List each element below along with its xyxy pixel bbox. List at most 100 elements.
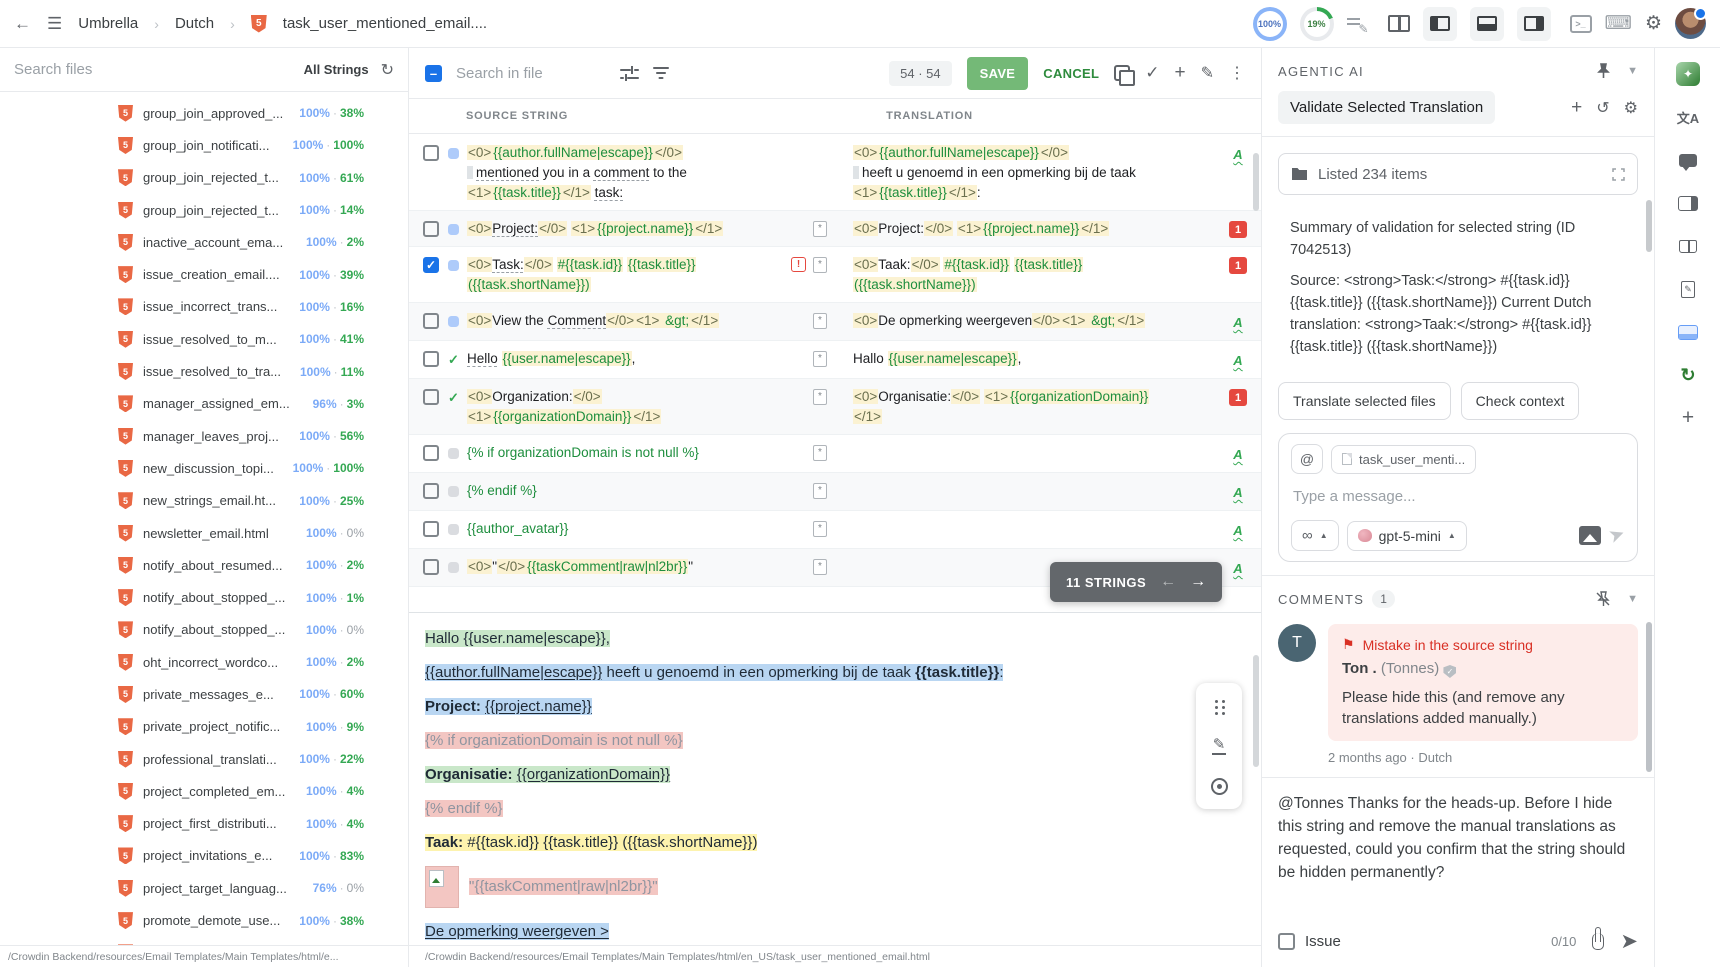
approved-progress-ring[interactable]: 19% bbox=[1300, 7, 1334, 41]
string-row[interactable]: {% if organizationDomain is not null %} *… bbox=[409, 435, 1261, 473]
file-list-item[interactable]: 5notify_about_resumed...100%·2% bbox=[0, 549, 408, 581]
file-list-item[interactable]: 5newsletter_email.html100%·0% bbox=[0, 517, 408, 549]
source-cell[interactable]: <0>Project:</0> <1>{{project.name}}</1> bbox=[467, 219, 781, 239]
file-list-item[interactable]: 5oht_incorrect_wordco...100%·2% bbox=[0, 646, 408, 678]
expand-icon[interactable] bbox=[1612, 168, 1625, 181]
row-checkbox[interactable] bbox=[423, 221, 439, 237]
side-by-side-view-icon[interactable] bbox=[1388, 15, 1410, 32]
file-list-item[interactable]: 5inactive_account_ema...100%·2% bbox=[0, 226, 408, 258]
qa-ok-icon[interactable]: A bbox=[1233, 351, 1242, 371]
issue-count-badge[interactable]: 1 bbox=[1229, 221, 1247, 238]
side-panel-icon[interactable] bbox=[1675, 190, 1701, 216]
tm-match-icon[interactable]: * bbox=[813, 483, 827, 499]
tm-match-icon[interactable]: * bbox=[813, 521, 827, 537]
row-checkbox[interactable] bbox=[423, 313, 439, 329]
file-list-item[interactable]: 5issue_resolved_to_m...100%·41% bbox=[0, 323, 408, 355]
row-checkbox[interactable]: ✓ bbox=[423, 257, 439, 273]
source-cell[interactable]: <0>Task:</0> #{{task.id}} {{task.title}}… bbox=[467, 255, 781, 295]
string-row[interactable]: <0>{{author.fullName|escape}}</0>mention… bbox=[409, 135, 1261, 211]
search-in-file-input[interactable]: Search in file bbox=[456, 65, 606, 82]
file-list-item[interactable]: 5notify_about_stopped_...100%·0% bbox=[0, 614, 408, 646]
copy-source-icon[interactable] bbox=[1114, 65, 1130, 81]
next-string-icon[interactable]: → bbox=[1190, 573, 1206, 591]
ai-assistant-icon[interactable]: ✦ bbox=[1675, 61, 1701, 87]
advanced-filter-icon[interactable] bbox=[620, 66, 639, 81]
row-checkbox[interactable] bbox=[423, 389, 439, 405]
qa-ok-icon[interactable]: A bbox=[1233, 521, 1242, 541]
source-issue-icon[interactable]: ! bbox=[791, 257, 806, 272]
strings-scrollbar[interactable] bbox=[1253, 153, 1259, 211]
translated-progress-ring[interactable]: 100% bbox=[1253, 7, 1287, 41]
issue-count-badge[interactable]: 1 bbox=[1229, 389, 1247, 406]
source-cell[interactable]: {% if organizationDomain is not null %} bbox=[467, 443, 781, 463]
select-all-checkbox[interactable]: – bbox=[425, 65, 442, 82]
pin-icon[interactable] bbox=[1596, 63, 1611, 79]
document-edit-icon[interactable]: ✎ bbox=[1675, 276, 1701, 302]
source-cell[interactable]: <0>{{author.fullName|escape}}</0>mention… bbox=[467, 143, 781, 203]
comments-chevron-icon[interactable]: ▼ bbox=[1627, 593, 1638, 605]
save-button[interactable]: SAVE bbox=[967, 57, 1029, 90]
model-selector-dropdown[interactable]: gpt-5-mini▲ bbox=[1347, 521, 1467, 551]
add-panel-icon[interactable]: + bbox=[1675, 405, 1701, 431]
file-list-item[interactable]: 5new_strings_email.ht...100%·25% bbox=[0, 485, 408, 517]
file-list-item[interactable]: 5new_discussion_topi...100%·100% bbox=[0, 452, 408, 484]
source-cell[interactable]: {{author_avatar}} bbox=[467, 519, 781, 539]
agentic-settings-icon[interactable]: ⚙ bbox=[1624, 98, 1638, 118]
source-cell[interactable]: {% endif %} bbox=[467, 481, 781, 501]
string-row[interactable]: {% endif %} * A bbox=[409, 473, 1261, 511]
preview-visibility-icon[interactable] bbox=[1201, 768, 1237, 804]
keyboard-shortcuts-icon[interactable]: ⌨ bbox=[1605, 12, 1632, 35]
qa-ok-icon[interactable]: A bbox=[1233, 483, 1242, 503]
file-list-item[interactable]: 5issue_resolved_to_tra...100%·11% bbox=[0, 355, 408, 387]
listed-items-card[interactable]: Listed 234 items bbox=[1278, 153, 1638, 195]
file-list-item[interactable]: 5issue_incorrect_trans...100%·16% bbox=[0, 291, 408, 323]
source-cell[interactable]: <0>"</0>{{taskComment|raw|nl2br}}" bbox=[467, 557, 781, 577]
file-list-item[interactable]: 5manager_leaves_proj...100%·56% bbox=[0, 420, 408, 452]
console-icon[interactable]: >_ bbox=[1570, 15, 1592, 33]
context-mode-dropdown[interactable]: ∞▲ bbox=[1291, 520, 1339, 551]
tm-match-icon[interactable]: * bbox=[813, 445, 827, 461]
source-cell[interactable]: Hello {{user.name|escape}}, bbox=[467, 349, 781, 369]
file-list-item[interactable]: 5manager_assigned_em...96%·3% bbox=[0, 388, 408, 420]
strings-filter-dropdown[interactable]: All Strings bbox=[304, 62, 369, 77]
tm-match-icon[interactable]: * bbox=[813, 351, 827, 367]
cancel-button[interactable]: CANCEL bbox=[1043, 66, 1099, 81]
qa-ok-icon[interactable]: A bbox=[1233, 313, 1242, 333]
string-row[interactable]: ✓Hello {{user.name|escape}},*Hallo {{use… bbox=[409, 341, 1261, 379]
translate-selected-files-button[interactable]: Translate selected files bbox=[1278, 382, 1451, 420]
check-context-button[interactable]: Check context bbox=[1461, 382, 1580, 420]
string-row[interactable]: ✓ <0>Task:</0> #{{task.id}} {{task.title}… bbox=[409, 247, 1261, 303]
more-options-icon[interactable]: ⋮ bbox=[1229, 63, 1245, 83]
file-list-item[interactable]: 5private_messages_e...100%·60% bbox=[0, 678, 408, 710]
file-list-item[interactable]: 5project_target_languag...76%·0% bbox=[0, 872, 408, 904]
history-icon[interactable]: ↺ bbox=[1596, 98, 1609, 118]
ai-send-icon[interactable]: ➤ bbox=[1606, 522, 1629, 549]
toggle-bottom-panel-button[interactable] bbox=[1470, 7, 1504, 41]
tm-match-icon[interactable]: * bbox=[813, 559, 827, 575]
preview-edit-icon[interactable]: ✎ bbox=[1201, 728, 1237, 764]
file-list-item[interactable]: 5private_project_notific...100%·9% bbox=[0, 711, 408, 743]
refresh-icon[interactable]: ↻ bbox=[381, 60, 394, 80]
drag-handle-icon[interactable] bbox=[1201, 688, 1237, 724]
user-avatar[interactable] bbox=[1675, 8, 1706, 39]
file-list-item[interactable]: 5professional_translati...100%·22% bbox=[0, 743, 408, 775]
collapse-chevron-icon[interactable]: ▼ bbox=[1627, 65, 1638, 77]
attachment-paperclip-icon[interactable] bbox=[1592, 933, 1604, 950]
translation-cell[interactable]: <0>Taak:</0> #{{task.id}} {{task.title}}… bbox=[853, 255, 1215, 295]
breadcrumb-language[interactable]: Dutch bbox=[175, 15, 214, 32]
tm-match-icon[interactable]: * bbox=[813, 389, 827, 405]
qa-ok-icon[interactable]: A bbox=[1233, 559, 1242, 579]
issue-count-badge[interactable]: 1 bbox=[1229, 257, 1247, 274]
file-list-item[interactable]: 5project_completed_em...100%·4% bbox=[0, 775, 408, 807]
tm-match-icon[interactable]: * bbox=[813, 313, 827, 329]
comment-author-name[interactable]: Ton . bbox=[1342, 660, 1377, 677]
glossary-book-icon[interactable] bbox=[1675, 233, 1701, 259]
translation-cell[interactable]: <0>Project:</0> <1>{{project.name}}</1> bbox=[853, 219, 1215, 239]
breadcrumb-project[interactable]: Umbrella bbox=[78, 15, 138, 32]
string-row[interactable]: ✓<0>Organization:</0><1>{{organizationDo… bbox=[409, 379, 1261, 435]
comments-scrollbar[interactable] bbox=[1646, 622, 1652, 772]
translation-cell[interactable]: <0>Organisatie:</0> <1>{{organizationDom… bbox=[853, 387, 1215, 427]
search-files-input[interactable]: Search files bbox=[14, 61, 92, 78]
new-chat-icon[interactable]: + bbox=[1571, 97, 1582, 119]
agentic-task-tab[interactable]: Validate Selected Translation bbox=[1278, 91, 1495, 124]
